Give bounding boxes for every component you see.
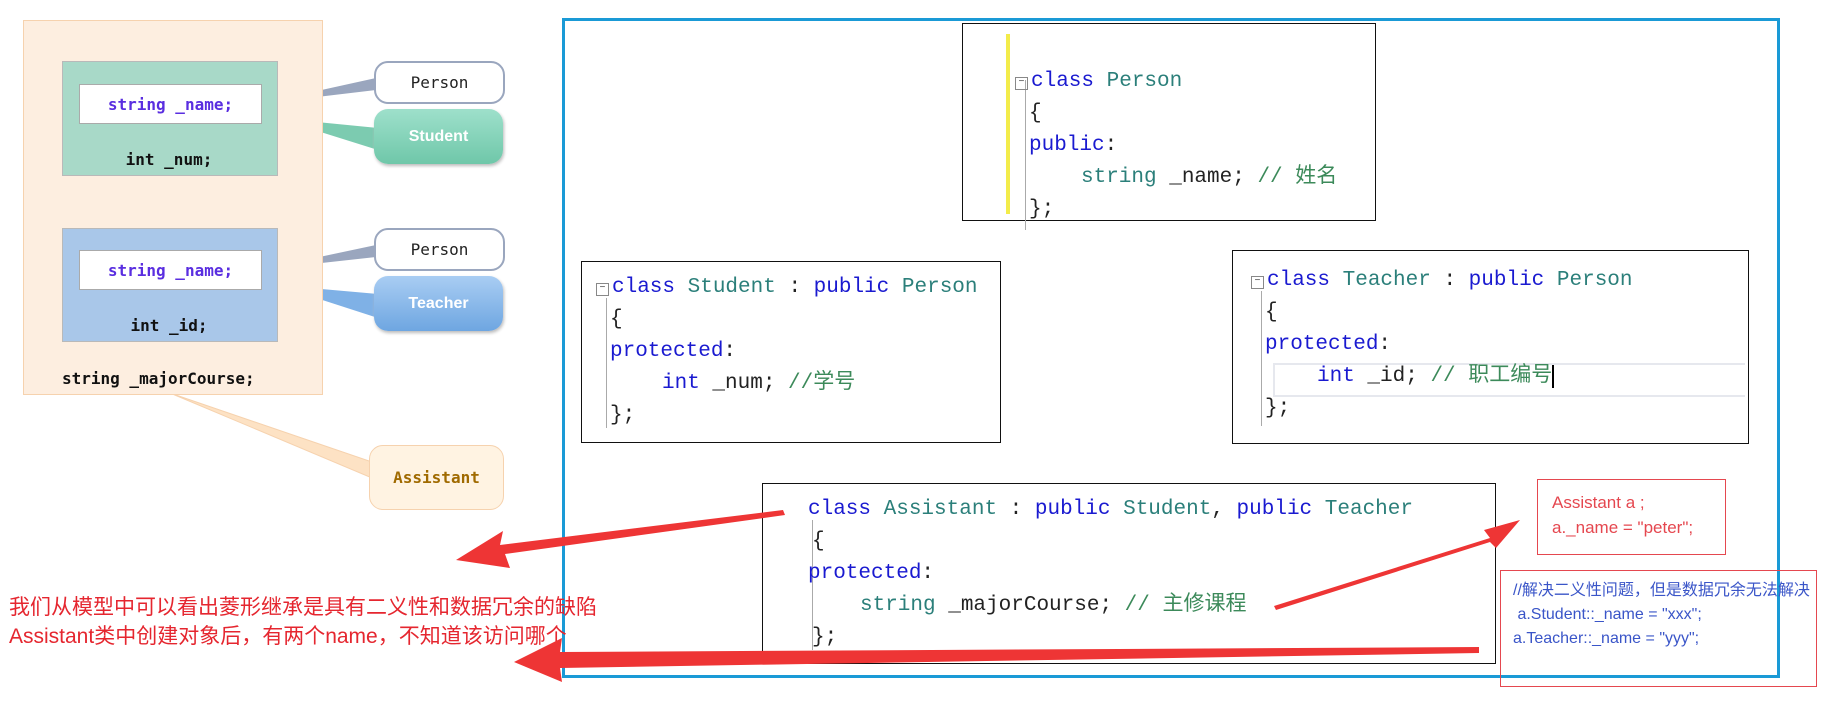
fix-comment: //解决二义性问题，但是数据冗余无法解决	[1513, 582, 1810, 599]
change-marker	[1006, 34, 1010, 214]
code-token: ,	[1211, 498, 1237, 521]
code-token: class	[1031, 70, 1095, 93]
code-token: class	[1267, 269, 1331, 292]
assistant-class-code: class Assistant : public Student, public…	[762, 483, 1496, 664]
code-token: };	[812, 626, 838, 649]
code-token: _num;	[699, 372, 789, 395]
assistant-label: Assistant	[369, 445, 504, 510]
code-token: string	[1081, 166, 1157, 189]
ambiguity-example-box: Assistant a ; a._name = "peter";	[1537, 479, 1726, 555]
code-token: public	[1029, 134, 1105, 157]
code-token: Student	[687, 276, 776, 299]
assistant-majorcourse-field: string _majorCourse;	[62, 369, 255, 388]
code-token: Student	[1123, 498, 1212, 521]
code-token: public	[1034, 498, 1111, 521]
code-token: {	[1265, 301, 1278, 324]
code-token: protected	[808, 562, 922, 585]
text-cursor	[1552, 365, 1555, 388]
code-token: Person	[901, 276, 978, 299]
code-token: };	[1029, 198, 1055, 221]
teacher-class-code: − class Teacher : public Person { protect…	[1232, 250, 1749, 444]
collapse-icon[interactable]: −	[1251, 276, 1264, 289]
code-token: public	[1236, 498, 1313, 521]
code-token: // 主修课程	[1124, 594, 1247, 617]
code-token: };	[1265, 397, 1291, 420]
code-token: :	[723, 340, 737, 363]
collapse-icon[interactable]: −	[1015, 77, 1028, 90]
ambiguity-line-1: Assistant a ;	[1552, 493, 1645, 512]
code-token: Person	[1106, 70, 1183, 93]
code-token: // 职工编号	[1430, 365, 1553, 388]
fix-line-teacher: a.Teacher::_name = "yyy";	[1513, 630, 1700, 647]
code-token: Teacher	[1342, 269, 1431, 292]
code-token: // 姓名	[1257, 166, 1338, 189]
problem-line-1: 我们从模型中可以看出菱形继承是具有二义性和数据冗余的缺陷	[9, 596, 597, 619]
code-token: string	[860, 594, 936, 617]
code-token: :	[1378, 333, 1392, 356]
student-class-code: − class Student : public Person { protect…	[581, 261, 1001, 443]
code-token: protected	[1265, 333, 1379, 356]
teacher-label: Teacher	[374, 276, 503, 331]
person-class-code: − class Person { public: string _name; //…	[962, 23, 1376, 230]
student-inherited-field-text: string _name;	[107, 94, 234, 114]
student-name-field: string _name;	[79, 84, 262, 124]
code-token: {	[1029, 102, 1042, 125]
assistant-callout-tail	[169, 392, 373, 479]
code-token: :	[1104, 134, 1118, 157]
code-token: Assistant	[883, 498, 998, 521]
person-label-2: Person	[374, 228, 505, 271]
code-token: class	[808, 498, 872, 521]
code-token: :	[775, 276, 814, 299]
problem-explanation: 我们从模型中可以看出菱形继承是具有二义性和数据冗余的缺陷 Assistant类中…	[9, 593, 597, 651]
code-token: Teacher	[1324, 498, 1413, 521]
code-token: _id;	[1354, 365, 1431, 388]
code-token: _name;	[1156, 166, 1258, 189]
code-token: int	[662, 372, 700, 395]
code-token: :	[997, 498, 1035, 521]
teacher-inherited-field-text: string _name;	[107, 260, 234, 280]
teacher-name-field: string _name;	[79, 250, 262, 290]
student-label: Student	[374, 109, 503, 164]
code-token: :	[1430, 269, 1469, 292]
problem-line-2: Assistant类中创建对象后，有两个name，不知道该访问哪个	[9, 625, 567, 648]
code-token: int	[1317, 365, 1355, 388]
code-token: };	[610, 404, 636, 427]
code-token: {	[812, 530, 825, 553]
code-token: {	[610, 308, 623, 331]
code-token: class	[612, 276, 676, 299]
fix-example-box: //解决二义性问题，但是数据冗余无法解决 a.Student::_name = …	[1500, 570, 1817, 687]
student-num-field: int _num;	[125, 150, 213, 169]
collapse-icon[interactable]: −	[596, 283, 609, 296]
code-token: public	[1468, 269, 1545, 292]
code-token: _majorCourse;	[935, 594, 1125, 617]
code-token: public	[813, 276, 890, 299]
fix-line-student: a.Student::_name = "xxx";	[1513, 606, 1702, 623]
person-label-1: Person	[374, 61, 505, 104]
ambiguity-line-2: a._name = "peter";	[1552, 518, 1694, 537]
code-token: :	[921, 562, 935, 585]
code-token: //学号	[788, 372, 856, 395]
code-token: protected	[610, 340, 724, 363]
teacher-id-field: int _id;	[130, 316, 208, 335]
code-token: Person	[1556, 269, 1633, 292]
